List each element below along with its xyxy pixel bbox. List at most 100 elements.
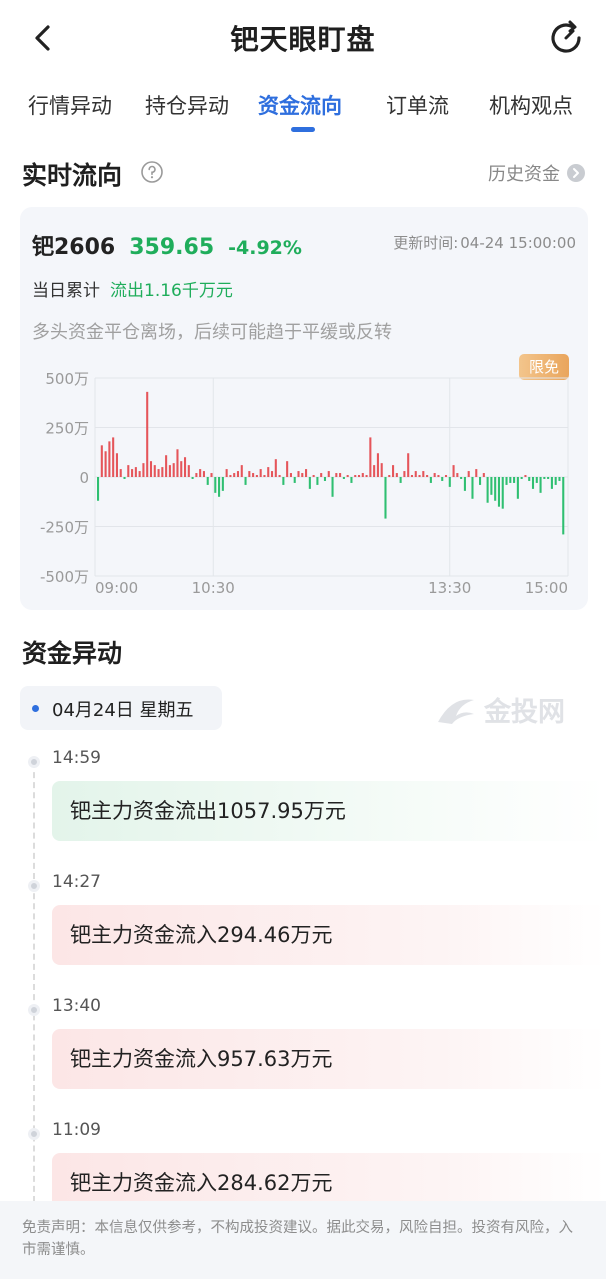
y-tick-label: 500万 <box>45 370 89 388</box>
flow-bar <box>482 473 485 477</box>
flow-bar <box>327 471 330 477</box>
timeline-dot <box>28 1128 40 1140</box>
tab-position-anomaly[interactable]: 持仓异动 <box>145 90 229 120</box>
flow-bar <box>543 477 546 479</box>
flow-bar <box>119 469 122 477</box>
flow-bar <box>558 477 561 481</box>
flow-bar <box>501 477 504 509</box>
flow-bar <box>301 473 304 477</box>
event-time: 11:09 <box>52 1120 101 1140</box>
flow-bar <box>486 477 489 503</box>
tab-institution-view[interactable]: 机构观点 <box>489 90 573 120</box>
x-tick-label: 13:30 <box>428 579 471 597</box>
flow-bar <box>168 465 171 477</box>
x-tick-label: 09:00 <box>95 579 138 597</box>
event-card[interactable]: 钯主力资金流入294.46万元 <box>52 905 606 965</box>
history-fund-link[interactable]: 历史资金 <box>488 160 586 186</box>
fund-flow-card: 钯2606 359.65 -4.92% 更新时间: 04-24 15:00:00 … <box>20 207 588 610</box>
flow-bar <box>350 477 353 483</box>
flow-bar <box>395 473 398 477</box>
flow-bar <box>433 473 436 477</box>
flow-bar <box>320 473 323 477</box>
date-chip: 04月24日 星期五 <box>20 686 222 730</box>
flow-bar <box>165 455 168 477</box>
flow-bar <box>218 477 221 497</box>
flow-bar <box>214 477 217 493</box>
flow-bar <box>312 475 315 477</box>
refresh-icon[interactable] <box>546 18 586 58</box>
flow-bar <box>323 477 327 481</box>
flow-bar <box>210 473 213 477</box>
flow-bar <box>539 477 542 493</box>
page-title: 钯天眼盯盘 <box>230 23 376 56</box>
timeline-dot <box>28 880 40 892</box>
flow-bar <box>460 477 463 479</box>
history-fund-label: 历史资金 <box>488 164 560 185</box>
flow-bar <box>516 477 519 499</box>
flow-bar <box>104 451 107 477</box>
tab-order-flow[interactable]: 订单流 <box>386 90 449 120</box>
header: 钯天眼盯盘 <box>0 0 606 80</box>
flow-bar <box>456 473 459 477</box>
flow-bar <box>202 471 205 477</box>
y-tick-label: -500万 <box>40 568 89 586</box>
flow-bar <box>494 477 497 501</box>
flow-bar <box>123 477 126 479</box>
flow-bar <box>316 477 319 485</box>
flow-bar <box>176 449 179 477</box>
flow-bar <box>513 477 516 483</box>
flow-bar <box>479 477 482 485</box>
flow-bar <box>236 471 240 477</box>
flow-bar <box>191 477 194 479</box>
flow-bar <box>331 477 334 497</box>
flow-bar <box>550 477 553 489</box>
flow-bar <box>365 475 368 477</box>
flow-bar <box>441 477 444 481</box>
flow-bar <box>293 477 296 483</box>
flow-bar <box>252 473 255 477</box>
event-card[interactable]: 钯主力资金流出1057.95万元 <box>52 781 606 841</box>
flow-bar <box>115 453 118 477</box>
flow-bar <box>134 467 137 477</box>
flow-bar <box>172 463 175 477</box>
flow-bar <box>467 471 470 477</box>
flow-bar <box>342 477 345 479</box>
event-time: 14:27 <box>52 872 101 892</box>
flow-bar <box>131 469 134 477</box>
flow-bar <box>505 477 508 485</box>
event-card[interactable]: 钯主力资金流入957.63万元 <box>52 1029 606 1089</box>
event-time: 13:40 <box>52 996 101 1016</box>
y-tick-label: 0 <box>79 469 89 487</box>
flow-bar <box>108 441 111 477</box>
watermark-text: 金投网 <box>483 696 565 728</box>
flow-bar <box>286 461 289 477</box>
flow-bar <box>497 477 500 507</box>
flow-bar <box>422 471 425 477</box>
watermark-logo: 金投网 <box>438 696 565 728</box>
flow-bar <box>426 475 429 477</box>
flow-bar <box>403 471 406 477</box>
flow-bar <box>339 473 342 477</box>
help-icon[interactable] <box>140 160 164 184</box>
flow-bar <box>233 473 236 477</box>
active-tab-indicator <box>291 127 315 132</box>
flow-bar <box>346 475 349 477</box>
flow-bar <box>229 475 232 477</box>
flow-bar <box>547 477 550 479</box>
flow-bar <box>528 477 531 481</box>
flow-bar <box>153 465 156 477</box>
event-time: 14:59 <box>52 748 101 768</box>
realtime-flow-title: 实时流向 <box>22 161 123 190</box>
disclaimer: 免责声明：本信息仅供参考，不构成投资建议。据此交易，风险自担。投资有风险，入市需… <box>0 1201 606 1279</box>
flow-bar <box>259 469 262 477</box>
flow-bar <box>354 475 357 477</box>
flow-bar <box>100 445 103 477</box>
y-tick-label: 250万 <box>45 420 89 438</box>
flow-bar <box>376 453 379 477</box>
flow-bar <box>429 477 432 483</box>
x-tick-label: 15:00 <box>525 579 568 597</box>
tab-market-anomaly[interactable]: 行情异动 <box>28 90 112 120</box>
tab-fund-flow[interactable]: 资金流向 <box>258 90 342 120</box>
flow-bar <box>562 477 565 535</box>
flow-bar <box>97 477 100 501</box>
